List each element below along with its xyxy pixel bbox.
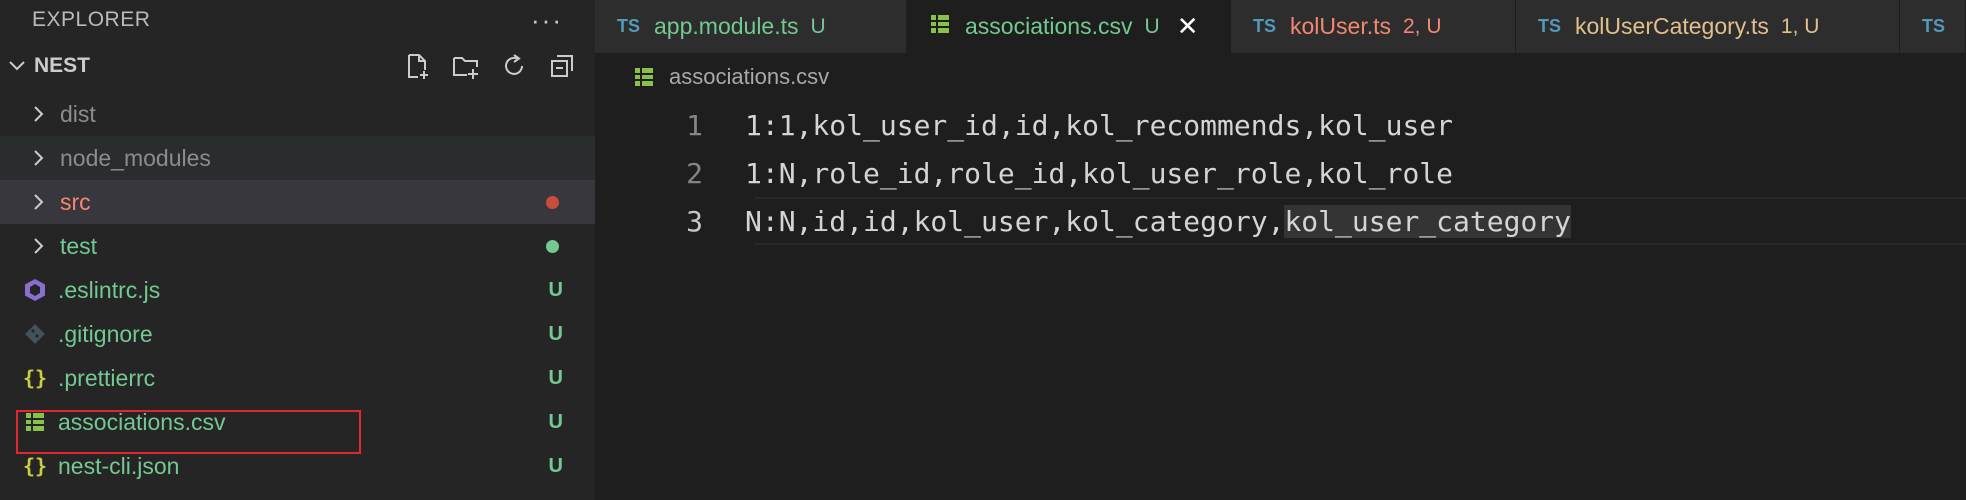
tab-kol-user[interactable]: TS kolUser.ts 2, U <box>1231 0 1516 53</box>
tab-label: app.module.ts <box>654 13 799 39</box>
chevron-right-icon <box>28 191 50 213</box>
typescript-icon: TS <box>1922 16 1946 36</box>
tree-file-eslintrc[interactable]: .eslintrc.js U <box>0 268 595 312</box>
tab-badge: 1, U <box>1780 14 1820 38</box>
json-braces-icon: {} <box>22 454 48 478</box>
new-file-icon[interactable] <box>403 51 433 81</box>
line-text[interactable]: 1:1,kol_user_id,id,kol_recommends,kol_us… <box>745 109 1453 142</box>
csv-table-icon <box>633 66 655 88</box>
chevron-right-icon <box>28 147 50 169</box>
tree-item-label: dist <box>60 100 96 127</box>
workspace-title: NEST <box>34 54 91 77</box>
untracked-dot <box>546 239 559 253</box>
word-highlight: kol_user_category <box>1284 204 1572 238</box>
tree-item-label: nest-cli.json <box>58 452 180 479</box>
modified-dot <box>546 195 559 209</box>
typescript-icon: TS <box>1538 16 1562 36</box>
tree-item-label: .prettierrc <box>58 364 156 391</box>
section-actions <box>403 51 577 81</box>
line-text[interactable]: N:N,id,id,kol_user,kol_category,kol_user… <box>745 204 1572 238</box>
workspace-section-header[interactable]: NEST <box>0 40 595 92</box>
git-status-badge: U <box>548 366 563 389</box>
explorer-sidebar: EXPLORER ··· NEST dist node_modules src … <box>0 0 595 500</box>
breadcrumb-file[interactable]: associations.csv <box>669 64 829 90</box>
close-icon[interactable]: ✕ <box>1176 11 1200 42</box>
git-status-badge: U <box>548 278 563 301</box>
chevron-right-icon <box>28 103 50 125</box>
tree-file-prettierrc[interactable]: {} .prettierrc U <box>0 356 595 400</box>
collapse-all-icon[interactable] <box>547 51 577 81</box>
editor-pane[interactable]: associations.csv 1 1:1,kol_user_id,id,ko… <box>595 53 1966 500</box>
explorer-header: EXPLORER ··· <box>0 0 595 40</box>
tree-item-label: node_modules <box>60 144 211 171</box>
typescript-icon: TS <box>617 16 641 36</box>
code-line-current[interactable]: 3 N:N,id,id,kol_user,kol_category,kol_us… <box>595 197 1966 245</box>
git-status-badge: U <box>548 322 563 345</box>
tab-associations-csv[interactable]: associations.csv U ✕ <box>907 0 1231 53</box>
refresh-icon[interactable] <box>499 51 529 81</box>
typescript-icon: TS <box>1253 16 1277 36</box>
tab-badge: U <box>1144 14 1160 38</box>
tab-label: associations.csv <box>965 13 1133 39</box>
code-line[interactable]: 1 1:1,kol_user_id,id,kol_recommends,kol_… <box>595 101 1966 149</box>
tree-folder-test[interactable]: test <box>0 224 595 268</box>
new-folder-icon[interactable] <box>451 51 481 81</box>
code-area[interactable]: 1 1:1,kol_user_id,id,kol_recommends,kol_… <box>595 101 1966 245</box>
line-number: 2 <box>686 156 703 190</box>
more-actions-icon[interactable]: ··· <box>531 5 563 36</box>
explorer-title: EXPLORER <box>32 8 151 31</box>
eslint-icon <box>22 277 48 303</box>
tree-file-gitignore[interactable]: .gitignore U <box>0 312 595 356</box>
tab-app-module[interactable]: TS app.module.ts U <box>595 0 907 53</box>
breadcrumb: associations.csv <box>595 53 1966 101</box>
tree-item-label: .gitignore <box>58 320 153 347</box>
chevron-right-icon <box>28 235 50 257</box>
line-number: 1 <box>686 108 703 142</box>
tree-folder-src[interactable]: src <box>0 180 595 224</box>
editor-tab-bar: TS app.module.ts U associations.csv U ✕ … <box>595 0 1966 53</box>
tab-overflow[interactable]: TS <box>1900 0 1966 53</box>
tab-badge: 2, U <box>1403 14 1442 38</box>
json-braces-icon: {} <box>22 366 48 390</box>
tab-kol-user-category[interactable]: TS kolUserCategory.ts 1, U <box>1516 0 1900 53</box>
chevron-down-icon <box>4 53 30 79</box>
git-icon <box>22 321 48 347</box>
line-number: 3 <box>686 204 703 238</box>
tree-folder-dist[interactable]: dist <box>0 92 595 136</box>
tab-label: kolUserCategory.ts <box>1575 13 1769 39</box>
tab-label: kolUser.ts <box>1290 13 1391 39</box>
tree-item-label: src <box>60 188 91 215</box>
git-status-badge: U <box>548 410 563 433</box>
line-text[interactable]: 1:N,role_id,role_id,kol_user_role,kol_ro… <box>745 157 1453 190</box>
tree-item-label: test <box>60 232 98 259</box>
code-line[interactable]: 2 1:N,role_id,role_id,kol_user_role,kol_… <box>595 149 1966 197</box>
selection-highlight-box <box>16 410 361 454</box>
line-text-part: N:N,id,id,kol_user,kol_category, <box>745 204 1285 238</box>
tab-badge: U <box>810 14 826 38</box>
csv-table-icon <box>929 13 951 40</box>
tree-item-label: .eslintrc.js <box>58 276 161 303</box>
tree-folder-node-modules[interactable]: node_modules <box>0 136 595 180</box>
git-status-badge: U <box>548 454 563 477</box>
